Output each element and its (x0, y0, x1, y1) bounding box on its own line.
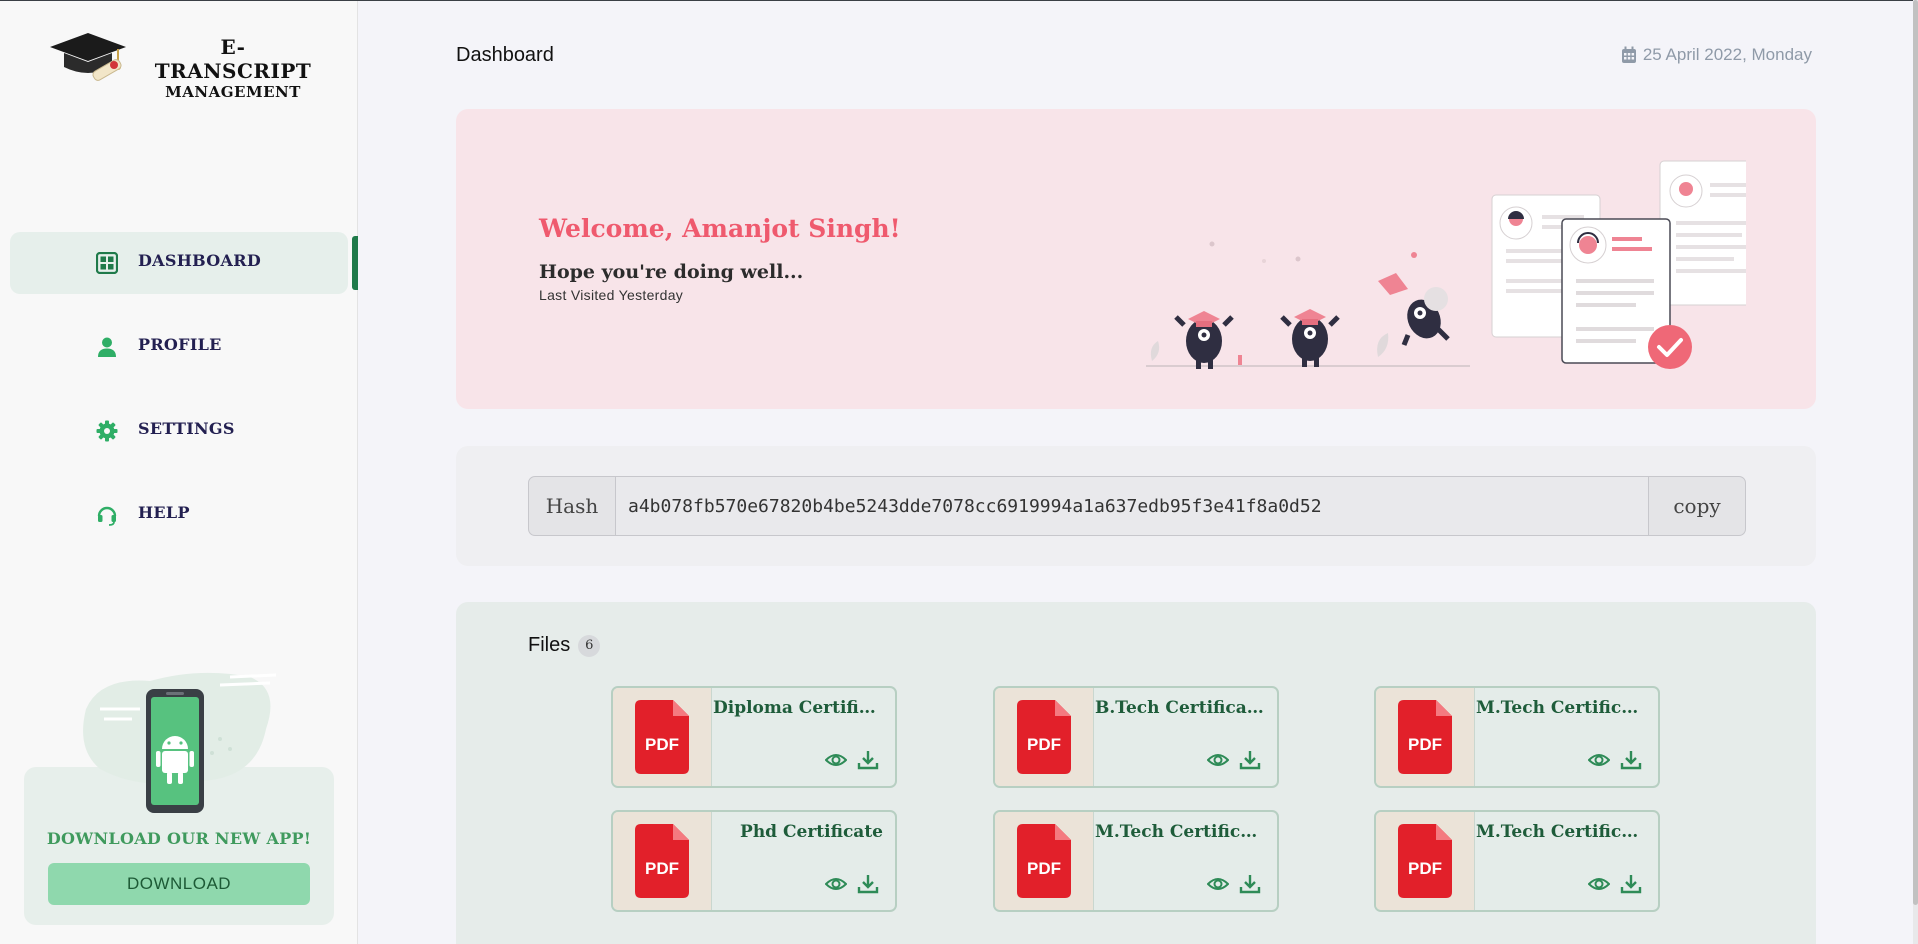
file-name: M.Tech Certificate (1476, 822, 1646, 842)
files-count-badge: 6 (578, 634, 601, 657)
pdf-type-label: PDF (1027, 859, 1061, 878)
sidebar-item-label: HELP (138, 503, 190, 522)
user-icon (98, 337, 116, 357)
page-title: Dashboard (456, 44, 554, 66)
current-date: 25 April 2022, Monday (1621, 45, 1812, 65)
page-scrollbar[interactable] (1913, 0, 1918, 944)
file-actions (1588, 750, 1642, 770)
pdf-icon: PDF (1398, 824, 1452, 898)
file-card[interactable]: PDF M.Tech Certificate (993, 810, 1279, 912)
download-icon[interactable] (857, 750, 879, 770)
date-text: 25 April 2022, Monday (1642, 45, 1812, 64)
files-title: Files (528, 634, 571, 656)
gear-icon (96, 420, 118, 442)
file-card[interactable]: PDF Diploma Certificate (611, 686, 897, 788)
download-icon[interactable] (857, 874, 879, 894)
sidebar-item-settings[interactable]: SETTINGS (10, 400, 348, 462)
welcome-title: Welcome, Amanjot Singh! (539, 214, 901, 243)
pdf-icon: PDF (635, 700, 689, 774)
file-card[interactable]: PDF M.Tech Certificate (1374, 686, 1660, 788)
file-card[interactable]: PDF B.Tech Certificate (993, 686, 1279, 788)
file-card[interactable]: PDF Phd Certificate (611, 810, 897, 912)
eye-icon[interactable] (825, 750, 847, 770)
hash-value-field[interactable]: a4b078fb570e67820b4be5243dde7078cc691999… (616, 477, 1648, 535)
welcome-banner: Welcome, Amanjot Singh! Hope you're doin… (456, 109, 1816, 409)
headset-icon (97, 506, 117, 526)
file-actions (825, 874, 879, 894)
brand-line1: E-TRANSCRIPT (154, 35, 312, 83)
eye-icon[interactable] (825, 874, 847, 894)
hash-input-group: Hash a4b078fb570e67820b4be5243dde7078cc6… (528, 476, 1746, 536)
sidebar-item-help[interactable]: HELP (10, 484, 348, 546)
file-thumbnail: PDF (613, 812, 712, 910)
file-actions (1588, 874, 1642, 894)
pdf-type-label: PDF (645, 859, 679, 878)
sidebar-item-label: PROFILE (138, 335, 222, 354)
file-thumbnail: PDF (995, 812, 1094, 910)
file-thumbnail: PDF (1376, 812, 1475, 910)
eye-icon[interactable] (1207, 874, 1229, 894)
file-name: Diploma Certificate (713, 698, 883, 718)
files-panel: Files 6 PDF Diploma Certificate PDF B.Te… (456, 602, 1816, 944)
file-thumbnail: PDF (1376, 688, 1475, 786)
sidebar-item-label: DASHBOARD (138, 251, 262, 270)
copy-hash-button[interactable]: copy (1648, 477, 1745, 535)
file-actions (1207, 750, 1261, 770)
files-heading: Files 6 (528, 634, 601, 657)
scrollbar-thumb[interactable] (1913, 0, 1918, 905)
file-thumbnail: PDF (613, 688, 712, 786)
file-actions (1207, 874, 1261, 894)
android-phone-illustration (83, 672, 277, 813)
pdf-type-label: PDF (1408, 859, 1442, 878)
download-icon[interactable] (1239, 874, 1261, 894)
sidebar-item-profile[interactable]: PROFILE (10, 316, 348, 378)
file-name: B.Tech Certificate (1095, 698, 1265, 718)
file-thumbnail: PDF (995, 688, 1094, 786)
file-actions (825, 750, 879, 770)
pdf-type-label: PDF (645, 735, 679, 754)
eye-icon[interactable] (1588, 750, 1610, 770)
sidebar: E-TRANSCRIPT MANAGEMENT DASHBOARD PROFIL… (0, 1, 358, 944)
pdf-icon: PDF (1398, 700, 1452, 774)
sidebar-item-label: SETTINGS (138, 419, 235, 438)
active-indicator (352, 236, 358, 290)
file-card[interactable]: PDF M.Tech Certificate (1374, 810, 1660, 912)
app-promo-title: DOWNLOAD OUR NEW APP! (46, 829, 312, 848)
download-icon[interactable] (1620, 874, 1642, 894)
pdf-icon: PDF (635, 824, 689, 898)
file-name: Phd Certificate (740, 822, 883, 842)
pdf-type-label: PDF (1408, 735, 1442, 754)
download-app-button[interactable]: DOWNLOAD (48, 863, 310, 905)
download-icon[interactable] (1239, 750, 1261, 770)
pdf-icon: PDF (1017, 824, 1071, 898)
welcome-subtitle: Hope you're doing well... (539, 261, 804, 283)
pdf-icon: PDF (1017, 700, 1071, 774)
graduation-cap-logo (50, 33, 126, 81)
last-visited: Last Visited Yesterday (539, 287, 684, 303)
eye-icon[interactable] (1588, 874, 1610, 894)
download-icon[interactable] (1620, 750, 1642, 770)
brand-name: E-TRANSCRIPT MANAGEMENT (150, 35, 316, 101)
hash-panel: Hash a4b078fb570e67820b4be5243dde7078cc6… (456, 446, 1816, 566)
eye-icon[interactable] (1207, 750, 1229, 770)
sidebar-item-dashboard[interactable]: DASHBOARD (10, 232, 348, 294)
pdf-type-label: PDF (1027, 735, 1061, 754)
calendar-icon (1621, 46, 1636, 63)
hash-label: Hash (529, 477, 616, 535)
file-name: M.Tech Certificate (1095, 822, 1265, 842)
grid-icon (96, 252, 118, 274)
brand-line2: MANAGEMENT (165, 83, 301, 101)
file-name: M.Tech Certificate (1476, 698, 1646, 718)
graduation-illustration (1146, 160, 1746, 369)
